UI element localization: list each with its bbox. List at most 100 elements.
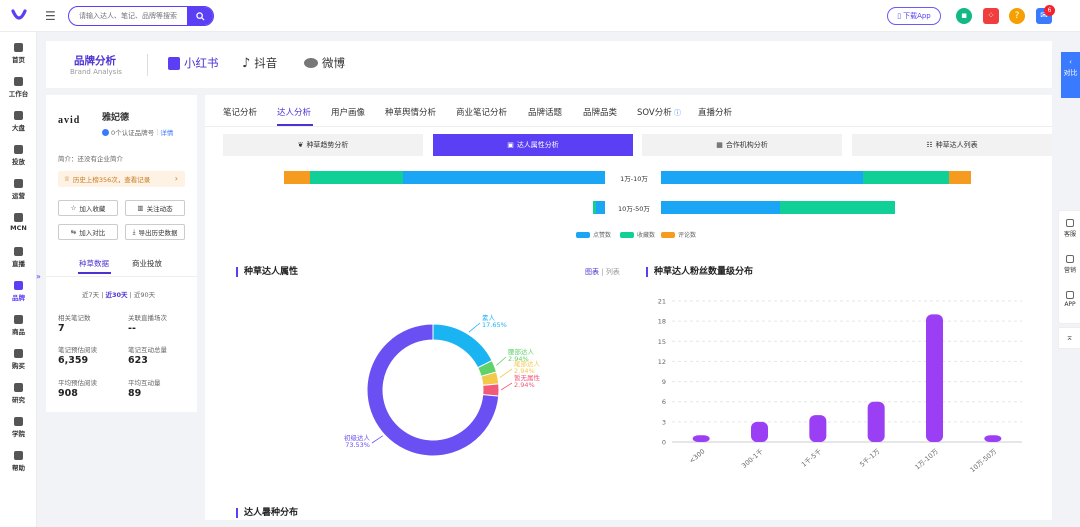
divider: [46, 276, 197, 277]
bar-row-label: 1万-10万: [620, 175, 648, 183]
stat-value: 6,359: [58, 355, 89, 366]
page-title: 品牌分析: [74, 55, 116, 67]
search-button[interactable]: [187, 7, 213, 25]
pie-icon: [14, 111, 23, 120]
history-banner[interactable]: ♕ 历史上榜356次，查看记录 ›: [58, 171, 185, 187]
float-app[interactable]: APP: [1059, 291, 1080, 308]
stat-value: --: [128, 323, 136, 334]
compare-toggle[interactable]: ‹ 对比: [1061, 52, 1080, 98]
tab-topics[interactable]: 品牌话题: [528, 106, 562, 118]
stat-value: 89: [128, 388, 142, 399]
tab-seeding-data[interactable]: 种草数据: [79, 258, 109, 269]
bar-segment-right-likes: [661, 171, 863, 184]
period-7d[interactable]: 近7天: [82, 291, 99, 299]
tab-categories[interactable]: 品牌品类: [583, 106, 617, 118]
sidebar-item-academy[interactable]: 学院: [0, 417, 37, 438]
follow-button[interactable]: ▥ 关注动态: [125, 200, 185, 216]
tab-audience[interactable]: 用户画像: [331, 106, 365, 118]
sidebar-item-goods[interactable]: 商品: [0, 315, 37, 336]
tab-commercial-notes[interactable]: 商业笔记分析: [456, 106, 507, 118]
sidebar-item-mcn[interactable]: MCN: [0, 213, 37, 232]
export-button[interactable]: ⤓ 导出历史数据: [125, 224, 185, 240]
donut-slice[interactable]: [482, 383, 500, 397]
stat-value: 7: [58, 323, 65, 334]
sidebar-item-research[interactable]: 研究: [0, 383, 37, 404]
view-chart[interactable]: 图表: [585, 268, 599, 276]
tab-sentiment[interactable]: 种草舆情分析: [385, 106, 436, 118]
sidebar-item-help[interactable]: 帮助: [0, 451, 37, 472]
detail-link[interactable]: 详情: [160, 127, 173, 137]
account-info: 0个认证品牌号 | 详情: [102, 127, 173, 137]
account-text: 0个认证品牌号: [111, 129, 155, 137]
bar[interactable]: [809, 415, 827, 442]
subtab-trend[interactable]: ❦ 种草趋势分析: [223, 134, 423, 156]
bar[interactable]: [692, 435, 710, 442]
platform-tab-weibo[interactable]: 微博: [304, 55, 345, 71]
compare-button[interactable]: ⇆ 加入对比: [58, 224, 118, 240]
bar[interactable]: [984, 435, 1002, 442]
mobile-icon: [1066, 291, 1074, 299]
x-tick-label: 1万-10万: [913, 447, 940, 471]
brand-intro: 简介：还没有企业简介: [58, 155, 123, 163]
bar[interactable]: [867, 401, 885, 442]
tab-live[interactable]: 直播分析: [698, 106, 732, 118]
back-to-top-icon[interactable]: ⌅: [1058, 327, 1080, 349]
legend-swatch: [661, 231, 675, 238]
search-input[interactable]: [69, 7, 185, 25]
sidebar-item-brand[interactable]: 品牌: [0, 281, 37, 302]
help-icon[interactable]: ?: [1009, 8, 1025, 24]
view-list[interactable]: 列表: [606, 268, 620, 276]
tab-sov[interactable]: SOV分析 ⓘ: [637, 106, 681, 118]
period-90d[interactable]: 近90天: [134, 291, 155, 299]
bar[interactable]: [926, 314, 943, 442]
book-icon: [168, 56, 180, 70]
favorite-label: 加入收藏: [79, 205, 106, 213]
sidebar-item-home[interactable]: 首页: [0, 43, 37, 64]
folder-icon: [14, 145, 23, 154]
donut-slice[interactable]: [432, 323, 493, 369]
float-service[interactable]: 客服: [1059, 219, 1080, 238]
weibo-icon: [304, 58, 318, 68]
subtab-label: 种草达人列表: [935, 141, 978, 149]
apps-grid-icon[interactable]: ⁘: [983, 8, 999, 24]
sidebar-item-ops[interactable]: 运营: [0, 179, 37, 200]
bar[interactable]: [751, 421, 768, 442]
platform-tab-douyin[interactable]: ♪ 抖音: [242, 55, 277, 71]
sidebar-item-live[interactable]: 直播: [0, 247, 37, 268]
x-tick-label: 1千-5千: [799, 446, 823, 468]
sidebar-expand-icon[interactable]: »: [36, 272, 41, 281]
platform-tab-xiaohongshu[interactable]: 小红书: [168, 55, 219, 71]
period-30d[interactable]: 近30天: [105, 291, 127, 299]
download-app-button[interactable]: ▯ 下载App: [887, 7, 941, 25]
subtab-agencies[interactable]: ▦ 合作机构分析: [642, 134, 842, 156]
tab-kol[interactable]: 达人分析: [277, 106, 311, 118]
monitor-icon: [1066, 255, 1074, 263]
search-icon: [195, 11, 205, 21]
app-logo-icon[interactable]: [10, 7, 28, 25]
sidebar-item-label: 大盘: [12, 124, 25, 132]
float-label: APP: [1064, 301, 1076, 308]
shop-icon[interactable]: ▪: [956, 8, 972, 24]
help-circle-icon: [14, 451, 23, 460]
sidebar-item-ads[interactable]: 投放: [0, 145, 37, 166]
subtab-attributes[interactable]: ▣ 达人属性分析: [433, 134, 633, 156]
tab-commercial[interactable]: 商业投放: [132, 258, 162, 269]
sidebar-item-market[interactable]: 大盘: [0, 111, 37, 132]
subtab-label: 种草趋势分析: [306, 141, 349, 149]
legend-label: 评论数: [678, 232, 697, 239]
sidebar-item-workbench[interactable]: 工作台: [0, 77, 37, 98]
platform-label: 小红书: [184, 56, 219, 70]
float-marketing[interactable]: 营销: [1059, 255, 1080, 274]
menu-toggle-icon[interactable]: ☰: [45, 9, 56, 23]
favorite-button[interactable]: ☆ 加入收藏: [58, 200, 118, 216]
bar-segment-right-likes: [661, 201, 781, 214]
mcn-icon: [14, 213, 23, 222]
tab-notes[interactable]: 笔记分析: [223, 106, 257, 118]
sidebar-item-buy[interactable]: 购买: [0, 349, 37, 370]
sidebar-item-label: 购买: [12, 362, 25, 370]
stat-value: 623: [128, 355, 148, 366]
stat-label: 相关笔记数: [58, 314, 91, 322]
subtab-kol-list[interactable]: ☷ 种草达人列表: [852, 134, 1052, 156]
brand-name: 雅妃德: [102, 113, 130, 123]
id-card-icon: ▣: [507, 141, 514, 149]
